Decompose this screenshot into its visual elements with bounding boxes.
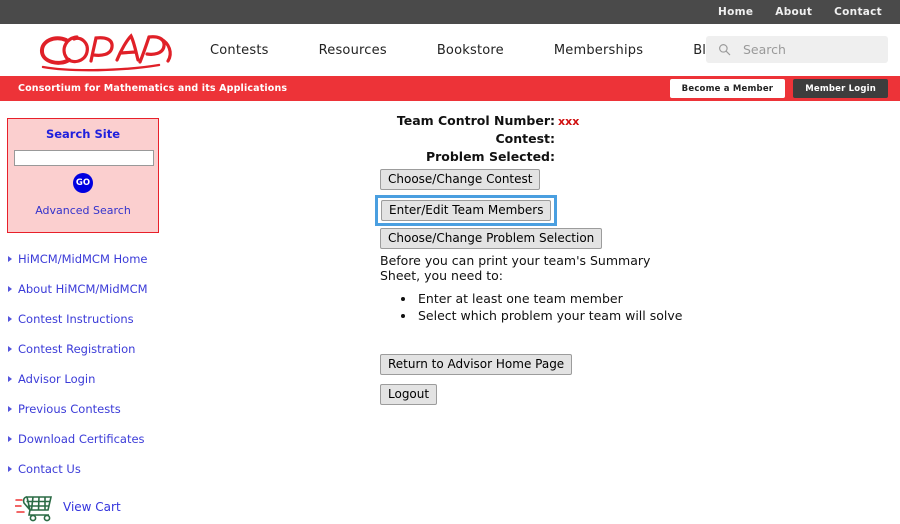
sidebar-item-label: Previous Contests — [18, 401, 121, 416]
sidebar-item-contest-registration[interactable]: Contest Registration — [7, 342, 175, 356]
team-control-number-value: xxx — [558, 115, 580, 128]
enter-edit-team-members-button[interactable]: Enter/Edit Team Members — [381, 200, 552, 221]
comap-logo[interactable] — [28, 28, 188, 72]
sidebar-item-label: Contest Instructions — [18, 311, 134, 326]
search-input[interactable] — [741, 41, 871, 58]
sidebar-item-label: Contact Us — [18, 461, 81, 476]
bullet-triangle-icon — [8, 405, 12, 412]
consortium-tagline: Consortium for Mathematics and its Appli… — [18, 83, 288, 94]
main-content: Team Control Number: xxx Contest: Problem… — [175, 101, 900, 414]
list-item: Select which problem your team will solv… — [416, 307, 900, 324]
problem-selected-label: Problem Selected: — [425, 149, 555, 164]
sidebar-search-panel: Search Site GO Advanced Search — [7, 118, 159, 233]
choose-change-problem-button[interactable]: Choose/Change Problem Selection — [380, 228, 603, 249]
sidebar: Search Site GO Advanced Search HiMCM/Mid… — [0, 101, 175, 522]
sidebar-item-label: About HiMCM/MidMCM — [18, 281, 148, 296]
team-control-number-label: Team Control Number: — [396, 113, 555, 128]
return-to-advisor-home-button[interactable]: Return to Advisor Home Page — [380, 354, 573, 375]
bullet-triangle-icon — [8, 315, 12, 322]
sidebar-item-label: Advisor Login — [18, 371, 96, 386]
sidebar-item-label: Download Certificates — [18, 431, 145, 446]
view-cart-link[interactable]: View Cart — [63, 500, 121, 514]
sidebar-item-previous-contests[interactable]: Previous Contests — [7, 402, 175, 416]
team-control-number-row: Team Control Number: xxx — [380, 113, 620, 129]
list-item: Enter at least one team member — [416, 290, 900, 307]
view-cart-row[interactable]: View Cart — [7, 492, 175, 522]
instructions-text: Before you can print your team's Summary… — [380, 253, 651, 283]
nav-link-contests[interactable]: Contests — [210, 43, 269, 58]
sidebar-item-contest-instructions[interactable]: Contest Instructions — [7, 312, 175, 326]
choose-change-contest-button[interactable]: Choose/Change Contest — [380, 169, 541, 190]
site-search-box[interactable] — [706, 36, 888, 63]
bullet-triangle-icon — [8, 435, 12, 442]
top-utility-bar: Home About Contact — [0, 0, 900, 24]
member-login-button[interactable]: Member Login — [793, 79, 888, 98]
requirements-list: Enter at least one team member Select wh… — [380, 290, 900, 324]
page-body: Search Site GO Advanced Search HiMCM/Mid… — [0, 101, 900, 522]
sidebar-item-download-certificates[interactable]: Download Certificates — [7, 432, 175, 446]
contest-label: Contest: — [495, 131, 555, 146]
bullet-triangle-icon — [8, 285, 12, 292]
sidebar-item-label: HiMCM/MidMCM Home — [18, 251, 148, 266]
search-site-title: Search Site — [45, 127, 121, 141]
membership-actions: Become a Member Member Login — [669, 79, 888, 98]
sidebar-item-advisor-login[interactable]: Advisor Login — [7, 372, 175, 386]
consortium-bar: Consortium for Mathematics and its Appli… — [0, 76, 900, 101]
bullet-triangle-icon — [8, 465, 12, 472]
become-a-member-button[interactable]: Become a Member — [669, 79, 786, 98]
main-navigation-bar: Contests Resources Bookstore Memberships… — [0, 24, 900, 76]
nav-link-memberships[interactable]: Memberships — [554, 43, 643, 58]
enter-team-members-highlight: Enter/Edit Team Members — [375, 195, 558, 226]
topbar-link-contact[interactable]: Contact — [834, 6, 882, 18]
logout-button[interactable]: Logout — [380, 384, 438, 405]
sidebar-item-himcm-home[interactable]: HiMCM/MidMCM Home — [7, 252, 175, 266]
sidebar-search-input[interactable] — [14, 149, 154, 166]
navigation-button-stack: Return to Advisor Home Page Logout — [380, 354, 900, 405]
search-icon — [719, 44, 731, 56]
action-button-stack: Choose/Change Contest Enter/Edit Team Me… — [375, 169, 900, 249]
nav-link-resources[interactable]: Resources — [319, 43, 387, 58]
search-go-button[interactable]: GO — [73, 172, 93, 193]
shopping-cart-icon — [15, 495, 53, 521]
bullet-triangle-icon — [8, 375, 12, 382]
sidebar-item-about-himcm[interactable]: About HiMCM/MidMCM — [7, 282, 175, 296]
sidebar-item-label: Contest Registration — [18, 341, 136, 356]
bullet-triangle-icon — [8, 255, 12, 262]
topbar-link-home[interactable]: Home — [718, 6, 753, 18]
topbar-link-about[interactable]: About — [775, 6, 812, 18]
nav-link-bookstore[interactable]: Bookstore — [437, 43, 504, 58]
sidebar-nav-list: HiMCM/MidMCM Home About HiMCM/MidMCM Con… — [7, 252, 175, 476]
nav-links: Contests Resources Bookstore Memberships… — [210, 43, 773, 58]
sidebar-item-contact-us[interactable]: Contact Us — [7, 462, 175, 476]
bullet-triangle-icon — [8, 345, 12, 352]
problem-selected-row: Problem Selected: — [380, 149, 620, 165]
contest-row: Contest: — [380, 131, 620, 147]
advanced-search-link[interactable]: Advanced Search — [35, 204, 131, 217]
